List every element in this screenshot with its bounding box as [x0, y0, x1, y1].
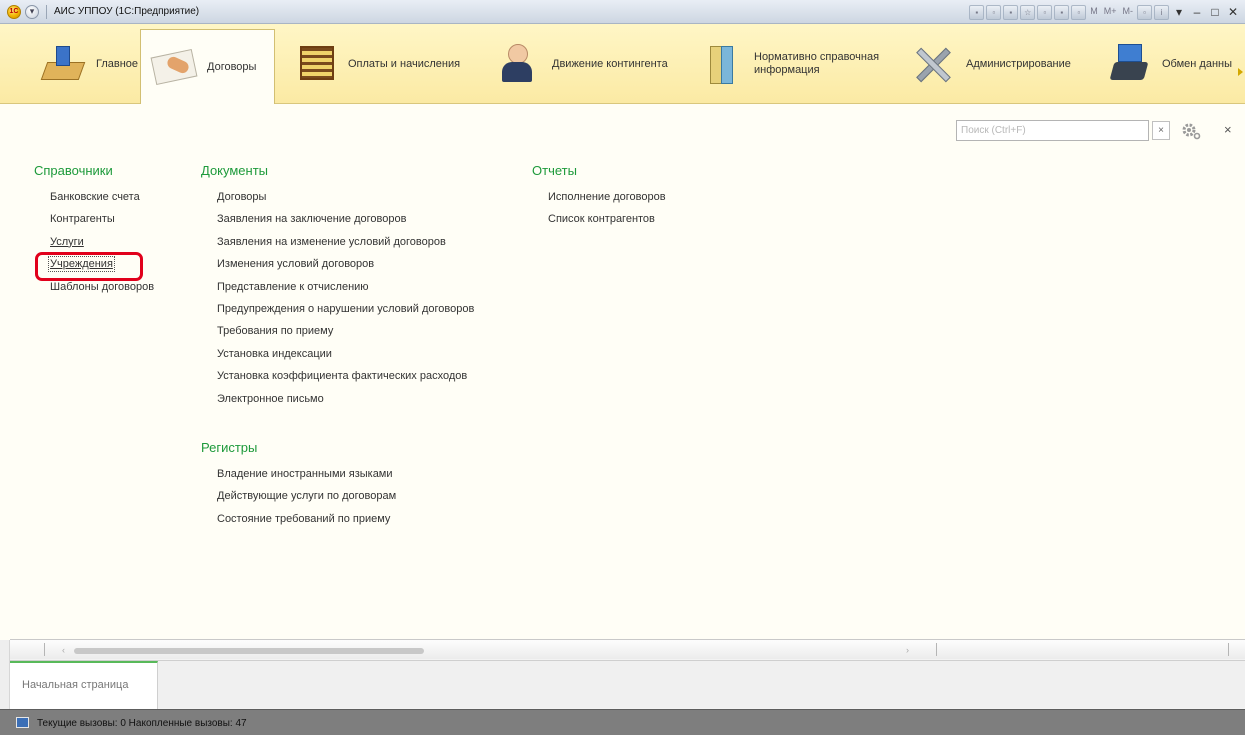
app-logo-icon[interactable]: 1С — [7, 5, 21, 19]
catalogs-column: Справочники Банковские счета Контрагенты… — [34, 163, 154, 303]
scroll-left-icon[interactable]: ‹ — [62, 645, 65, 655]
main-menu-icon[interactable]: ▾ — [25, 5, 39, 19]
preview-icon[interactable]: ▪ — [1003, 4, 1019, 20]
section-payments[interactable]: Оплаты и начисления — [282, 30, 472, 98]
calendar-icon[interactable]: ▪ — [1054, 4, 1070, 20]
close-section-icon[interactable]: × — [1224, 122, 1232, 138]
server-calls-icon[interactable] — [16, 717, 29, 728]
calculator-icon[interactable]: ▫ — [1071, 4, 1087, 20]
section-main[interactable]: Главное — [30, 30, 138, 98]
document-item[interactable]: Установка индексации — [201, 348, 474, 370]
catalogs-heading: Справочники — [34, 163, 113, 178]
search-input[interactable] — [956, 120, 1149, 141]
person-icon — [494, 42, 544, 86]
document-item[interactable]: Представление к отчислению — [201, 281, 474, 303]
document-item[interactable]: Требования по приему — [201, 325, 474, 347]
document-item[interactable]: Договоры — [201, 191, 474, 213]
documents-heading: Документы — [201, 163, 269, 178]
highlight-annotation — [35, 252, 143, 281]
catalog-item-contractors[interactable]: Контрагенты — [34, 213, 154, 235]
memory-minus-button[interactable]: M- — [1121, 5, 1136, 20]
scroll-divider — [1228, 643, 1229, 656]
title-separator — [46, 5, 47, 19]
scroll-right-icon[interactable] — [1238, 68, 1243, 76]
document-item[interactable]: Изменения условий договоров — [201, 258, 474, 280]
close-window-icon[interactable]: ✕ — [1225, 4, 1241, 20]
favorites-icon[interactable]: ☆ — [1020, 4, 1036, 20]
section-label: Обмен данны — [1162, 57, 1233, 70]
exchange-icon — [1104, 42, 1154, 86]
section-label: Главное — [96, 57, 139, 70]
document-item[interactable]: Заявления на заключение договоров — [201, 213, 474, 235]
register-item[interactable]: Действующие услуги по договорам — [201, 490, 474, 512]
document-item[interactable]: Заявления на изменение условий договоров — [201, 236, 474, 258]
scrollbar-thumb[interactable] — [74, 648, 424, 654]
sections-panel: Главное Договоры Оплаты и начисления Дви… — [0, 24, 1245, 105]
tab-home-page[interactable]: Начальная страница — [10, 661, 158, 709]
register-item[interactable]: Состояние требований по приему — [201, 513, 474, 535]
register-item[interactable]: Владение иностранными языками — [201, 468, 474, 490]
title-bar: 1С ▾ АИС УППОУ (1С:Предприятие) ▪ ▫ ▪ ☆ … — [0, 0, 1245, 24]
memory-button[interactable]: M — [1088, 5, 1100, 20]
documents-column: Документы Договоры Заявления на заключен… — [201, 163, 474, 535]
status-bar: Текущие вызовы: 0 Накопленные вызовы: 47 — [0, 709, 1245, 735]
reports-heading: Отчеты — [532, 163, 577, 178]
catalog-item-contract-templates[interactable]: Шаблоны договоров — [34, 281, 154, 303]
panels-icon[interactable]: ▫ — [1137, 4, 1152, 20]
section-label: Администрирование — [966, 57, 1071, 70]
report-item[interactable]: Список контрагентов — [532, 213, 666, 235]
section-label: Нормативно справочная информация — [754, 51, 880, 76]
status-text: Текущие вызовы: 0 Накопленные вызовы: 47 — [37, 718, 247, 729]
home-icon — [38, 42, 88, 86]
minimize-icon[interactable]: – — [1189, 4, 1205, 20]
maximize-icon[interactable]: □ — [1207, 4, 1223, 20]
binder-icon — [696, 42, 746, 86]
section-content: × × Справочники Банковские счета Контраг… — [0, 104, 1245, 640]
horizontal-scrollbar[interactable]: ‹ › — [10, 639, 1245, 659]
report-item[interactable]: Исполнение договоров — [532, 191, 666, 213]
section-exchange[interactable]: Обмен данны — [1096, 30, 1242, 98]
section-contracts[interactable]: Договоры — [140, 29, 275, 105]
history-icon[interactable]: ▫ — [1037, 4, 1053, 20]
document-item[interactable]: Электронное письмо — [201, 393, 474, 415]
contract-icon — [149, 45, 199, 89]
scroll-divider — [44, 643, 45, 656]
window-menu-icon[interactable]: ▾ — [1171, 4, 1187, 20]
search-clear-button[interactable]: × — [1152, 121, 1170, 140]
gear-icon[interactable] — [1180, 120, 1202, 142]
title-toolbar: ▪ ▫ ▪ ☆ ▫ ▪ ▫ M M+ M- ▫ i ▾ – □ ✕ — [969, 3, 1245, 21]
document-item[interactable]: Установка коэффициента фактических расхо… — [201, 370, 474, 392]
info-icon[interactable]: i — [1154, 4, 1169, 20]
section-reference[interactable]: Нормативно справочная информация — [688, 30, 898, 98]
section-contingent[interactable]: Движение контингента — [486, 30, 686, 98]
print-icon[interactable]: ▫ — [986, 4, 1002, 20]
section-admin[interactable]: Администрирование — [900, 30, 1090, 98]
catalog-item-bank-accounts[interactable]: Банковские счета — [34, 191, 154, 213]
scroll-right-arrow-icon[interactable]: › — [906, 645, 909, 655]
window-title: АИС УППОУ (1С:Предприятие) — [54, 6, 200, 17]
scroll-divider — [936, 643, 937, 656]
memory-plus-button[interactable]: M+ — [1102, 5, 1119, 20]
save-icon[interactable]: ▪ — [969, 4, 985, 20]
tools-icon — [908, 42, 958, 86]
document-item[interactable]: Предупреждения о нарушении условий догов… — [201, 303, 474, 325]
open-windows-panel: Начальная страница — [10, 660, 1245, 709]
section-label: Оплаты и начисления — [348, 57, 461, 70]
abacus-icon — [290, 42, 340, 86]
section-label: Договоры — [207, 60, 257, 73]
reports-column: Отчеты Исполнение договоров Список контр… — [532, 163, 666, 236]
section-label: Движение контингента — [552, 57, 668, 70]
registers-heading: Регистры — [201, 439, 258, 455]
